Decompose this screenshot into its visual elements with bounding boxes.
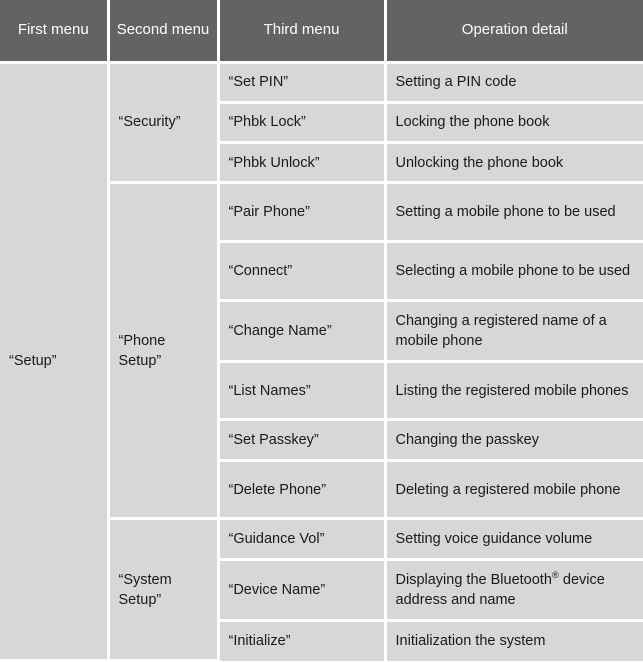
registered-trademark-icon: ®	[551, 569, 559, 581]
cell-third-menu: “Set Passkey”	[218, 419, 387, 462]
cell-third-menu: “Device Name”	[218, 559, 387, 622]
cell-operation-detail: Setting voice guidance volume	[385, 518, 643, 561]
cell-operation-detail: Unlocking the phone book	[385, 142, 643, 185]
cell-operation-detail: Changing the passkey	[385, 419, 643, 462]
column-header-first-menu: First menu	[0, 0, 110, 64]
cell-operation-detail: Selecting a mobile phone to be used	[385, 241, 643, 302]
cell-operation-detail: Setting a mobile phone to be used	[385, 182, 643, 244]
table-header: First menu Second menu Third menu Operat…	[0, 0, 643, 64]
column-header-third-menu: Third menu	[218, 0, 387, 64]
cell-third-menu: “Pair Phone”	[218, 182, 387, 244]
cell-second-menu-system-setup: “System Setup”	[108, 518, 220, 662]
cell-third-menu: “Phbk Lock”	[218, 102, 387, 145]
cell-operation-detail: Setting a PIN code	[385, 62, 643, 104]
menu-reference-table: First menu Second menu Third menu Operat…	[0, 0, 643, 662]
cell-third-menu: “Delete Phone”	[218, 460, 387, 521]
cell-second-menu-security: “Security”	[108, 62, 220, 185]
cell-operation-detail: Listing the registered mobile phones	[385, 361, 643, 422]
cell-second-menu-phone-setup: “Phone Setup”	[108, 182, 220, 521]
detail-text-prefix: Displaying the Bluetooth	[395, 571, 552, 588]
cell-third-menu: “Connect”	[218, 241, 387, 302]
cell-operation-detail: Changing a registered name of a mobile p…	[385, 300, 643, 363]
cell-operation-detail: Locking the phone book	[385, 102, 643, 145]
cell-operation-detail-bluetooth: Displaying the Bluetooth® device address…	[385, 559, 643, 622]
column-header-second-menu: Second menu	[108, 0, 220, 64]
cell-first-menu-setup: “Setup”	[0, 62, 110, 662]
cell-third-menu: “Initialize”	[218, 620, 387, 661]
column-header-operation-detail: Operation detail	[385, 0, 643, 64]
header-row: First menu Second menu Third menu Operat…	[0, 0, 643, 64]
cell-third-menu: “Set PIN”	[218, 62, 387, 104]
cell-third-menu: “Change Name”	[218, 300, 387, 363]
cell-third-menu: “Phbk Unlock”	[218, 142, 387, 185]
cell-third-menu: “Guidance Vol”	[218, 518, 387, 561]
cell-operation-detail: Deleting a registered mobile phone	[385, 460, 643, 521]
table-row: “Setup” “Security” “Set PIN” Setting a P…	[0, 62, 643, 662]
cell-third-menu: “List Names”	[218, 361, 387, 422]
table-body: “Setup” “Security” “Set PIN” Setting a P…	[0, 62, 643, 662]
cell-operation-detail: Initialization the system	[385, 620, 643, 661]
